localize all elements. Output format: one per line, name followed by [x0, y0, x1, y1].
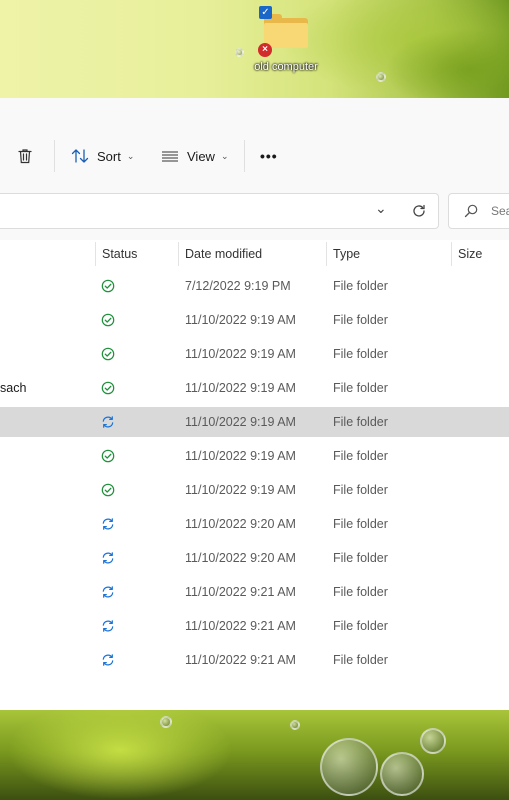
file-row[interactable]: 11/10/2022 9:19 AM File folder	[0, 305, 509, 335]
type-cell: File folder	[333, 653, 388, 667]
date-modified-cell: 11/10/2022 9:19 AM	[185, 415, 296, 429]
column-header-size[interactable]: Size	[452, 240, 509, 268]
date-modified-cell: 11/10/2022 9:20 AM	[185, 551, 296, 565]
view-button[interactable]: View ⌄	[160, 141, 229, 171]
more-options-button[interactable]: •••	[260, 141, 278, 171]
file-row[interactable]: 11/10/2022 9:20 AM File folder	[0, 509, 509, 539]
sync-arrows-icon	[102, 654, 114, 666]
type-cell: File folder	[333, 517, 388, 531]
sort-label: Sort	[97, 148, 121, 164]
date-modified-cell: 11/10/2022 9:21 AM	[185, 619, 296, 633]
folder-icon	[264, 14, 308, 48]
check-circle-icon	[101, 279, 115, 293]
wallpaper-bubble	[290, 720, 300, 730]
toolbar-separator	[54, 140, 55, 172]
file-row[interactable]: 11/10/2022 9:19 AM File folder	[0, 339, 509, 369]
type-cell: File folder	[333, 585, 388, 599]
date-modified-cell: 11/10/2022 9:21 AM	[185, 653, 296, 667]
sort-arrows-icon	[71, 149, 89, 163]
file-row[interactable]: 11/10/2022 9:19 AM File folder	[0, 475, 509, 505]
date-modified-cell: 11/10/2022 9:19 AM	[185, 483, 296, 497]
address-bar[interactable]: ⌄	[0, 193, 439, 229]
desktop-folder-old-computer[interactable]: ✓ × old computer	[246, 4, 326, 76]
date-modified-cell: 7/12/2022 9:19 PM	[185, 279, 291, 293]
type-cell: File folder	[333, 415, 388, 429]
check-circle-icon	[101, 381, 115, 395]
type-cell: File folder	[333, 381, 388, 395]
chevron-down-icon: ⌄	[126, 150, 135, 161]
toolbar-separator	[244, 140, 245, 172]
check-circle-icon	[101, 313, 115, 327]
desktop-wallpaper-bottom	[0, 710, 509, 800]
wallpaper-bubble	[380, 752, 424, 796]
check-circle-icon	[101, 483, 115, 497]
date-modified-cell: 11/10/2022 9:19 AM	[185, 347, 296, 361]
file-row[interactable]: 11/10/2022 9:21 AM File folder	[0, 645, 509, 675]
wallpaper-bubble	[235, 48, 244, 57]
search-icon	[464, 204, 478, 218]
search-placeholder: Sea	[491, 204, 509, 218]
chevron-down-icon[interactable]: ⌄	[375, 200, 387, 217]
date-modified-cell: 11/10/2022 9:21 AM	[185, 585, 296, 599]
address-bar-row: ⌄ Sea	[0, 184, 509, 241]
date-modified-cell: 11/10/2022 9:19 AM	[185, 449, 296, 463]
check-circle-icon	[101, 449, 115, 463]
column-header-status[interactable]: Status	[96, 240, 178, 268]
date-modified-cell: 11/10/2022 9:20 AM	[185, 517, 296, 531]
file-name: sach	[0, 381, 27, 395]
command-bar: Sort ⌄ View ⌄ •••	[0, 98, 509, 185]
type-cell: File folder	[333, 619, 388, 633]
file-row[interactable]: 11/10/2022 9:21 AM File folder	[0, 577, 509, 607]
column-header-type[interactable]: Type	[327, 240, 451, 268]
wallpaper-bubble	[320, 738, 378, 796]
type-cell: File folder	[333, 347, 388, 361]
wallpaper-bubble	[376, 72, 386, 82]
view-label: View	[187, 148, 215, 164]
trash-icon	[18, 149, 32, 164]
file-row[interactable]: 11/10/2022 9:21 AM File folder	[0, 611, 509, 641]
type-cell: File folder	[333, 449, 388, 463]
sort-button[interactable]: Sort ⌄	[70, 141, 134, 171]
desktop-icon-label: old computer	[254, 61, 318, 73]
checkbox-checked-icon[interactable]: ✓	[259, 6, 272, 19]
sync-arrows-icon	[102, 416, 114, 428]
more-options-icon: •••	[260, 148, 278, 164]
sync-arrows-icon	[102, 552, 114, 564]
date-modified-cell: 11/10/2022 9:19 AM	[185, 313, 296, 327]
refresh-icon[interactable]	[411, 203, 427, 219]
search-box[interactable]: Sea	[448, 193, 509, 229]
file-explorer-window: Sort ⌄ View ⌄ ••• ⌄ Sea	[0, 98, 509, 710]
error-x-icon: ×	[258, 43, 272, 57]
file-row[interactable]: 11/10/2022 9:19 AM File folder	[0, 441, 509, 471]
chevron-down-icon: ⌄	[220, 150, 229, 161]
delete-button[interactable]	[16, 141, 40, 171]
file-row[interactable]: 7/12/2022 9:19 PM File folder	[0, 271, 509, 301]
type-cell: File folder	[333, 313, 388, 327]
check-circle-icon	[101, 347, 115, 361]
sync-arrows-icon	[102, 586, 114, 598]
type-cell: File folder	[333, 483, 388, 497]
view-lines-icon	[162, 151, 178, 162]
date-modified-cell: 11/10/2022 9:19 AM	[185, 381, 296, 395]
file-row[interactable]: sach 11/10/2022 9:19 AM File folder	[0, 373, 509, 403]
file-row[interactable]: 11/10/2022 9:20 AM File folder	[0, 543, 509, 573]
file-row[interactable]: 11/10/2022 9:19 AM File folder	[0, 407, 509, 437]
type-cell: File folder	[333, 279, 388, 293]
sync-arrows-icon	[102, 620, 114, 632]
type-cell: File folder	[333, 551, 388, 565]
wallpaper-bubble	[160, 716, 172, 728]
sync-arrows-icon	[102, 518, 114, 530]
wallpaper-bubble	[420, 728, 446, 754]
column-headers: Status Date modified Type Size	[0, 240, 509, 268]
column-header-date-modified[interactable]: Date modified	[179, 240, 326, 268]
